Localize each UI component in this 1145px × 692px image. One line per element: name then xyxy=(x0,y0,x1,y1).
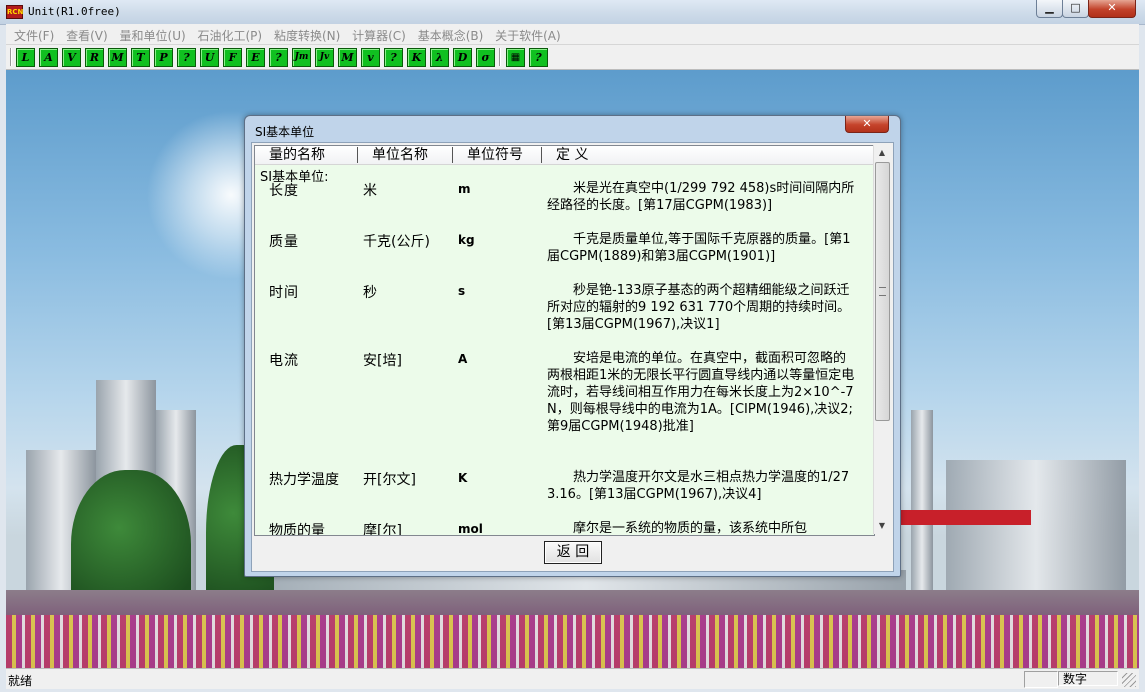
tool-volume-button[interactable]: V xyxy=(62,48,81,67)
quantity-name: 质量 xyxy=(269,234,299,250)
unit-symbol: A xyxy=(458,352,468,366)
column-header-symbol[interactable]: 单位符号 xyxy=(453,147,542,163)
status-text: 就绪 xyxy=(8,674,33,688)
unit-name: 安[培] xyxy=(363,353,402,369)
unit-definition: 摩尔是一系统的物质的量，该系统中所包 xyxy=(573,521,808,535)
tool-lambda-button[interactable]: λ xyxy=(430,48,449,67)
quantity-name: 长度 xyxy=(269,183,299,199)
dialog-title: SI基本单位 xyxy=(255,125,315,139)
tool-b14-button[interactable]: M xyxy=(338,48,357,67)
tool-area-button[interactable]: A xyxy=(39,48,58,67)
tool-k-button[interactable]: K xyxy=(407,48,426,67)
toolbar-separator xyxy=(10,48,12,66)
close-button[interactable]: ✕ xyxy=(1088,0,1136,18)
unit-name: 千克(公斤) xyxy=(363,234,430,250)
quantity-name: 电流 xyxy=(269,353,299,369)
unit-symbol: mol xyxy=(458,522,483,535)
status-pane xyxy=(1024,671,1058,688)
tool-r-button[interactable]: R xyxy=(85,48,104,67)
app-icon: RCN xyxy=(6,5,23,19)
unit-symbol: s xyxy=(458,284,466,298)
grip-icon xyxy=(879,287,886,296)
unit-symbol: m xyxy=(458,182,471,196)
unit-definition: 千克是质量单位,等于国际千克原器的质量。[第1届CGPM(1889)和第3届CG… xyxy=(547,232,851,264)
unit-definition: 秒是铯-133原子基态的两个超精细能级之间跃迁所对应的辐射的9 192 631 … xyxy=(547,283,851,332)
tool-b15-button[interactable]: v xyxy=(361,48,380,67)
resize-grip-icon[interactable] xyxy=(1122,673,1136,687)
tool-b7-button[interactable]: ? xyxy=(177,48,196,67)
flower-bed xyxy=(6,615,1139,668)
tool-force-button[interactable]: F xyxy=(223,48,242,67)
dialog-body: 量的名称 单位名称 单位符号 定 义 SI基本单位: 长度 米 m 米是光在真空… xyxy=(251,142,894,572)
tool-length-button[interactable]: L xyxy=(16,48,35,67)
unit-name: 摩[尔] xyxy=(363,523,402,535)
title-bar: RCN Unit(R1.0free) ▁ □ ✕ xyxy=(0,0,1145,25)
column-header-definition[interactable]: 定 义 xyxy=(542,147,874,163)
toolbar-separator xyxy=(499,48,501,66)
unit-name: 米 xyxy=(363,183,377,199)
unit-definition: 热力学温度开尔文是水三相点热力学温度的1/273.16。[第13届CGPM(19… xyxy=(547,470,850,502)
maximize-button[interactable]: □ xyxy=(1062,0,1089,18)
red-banner xyxy=(901,510,1031,525)
unit-definition: 安培是电流的单位。在真空中，截面积可忽略的两根相距1米的无限长平行圆直导线内通以… xyxy=(547,351,855,434)
tool-mass-button[interactable]: M xyxy=(108,48,127,67)
menu-viscosity[interactable]: 粘度转换(N) xyxy=(274,24,340,44)
unit-name: 秒 xyxy=(363,285,377,301)
window-title: Unit(R1.0free) xyxy=(28,5,121,18)
refinery-structure xyxy=(946,460,1126,600)
minimize-button[interactable]: ▁ xyxy=(1036,0,1063,18)
quantity-name: 热力学温度 xyxy=(269,472,339,488)
status-bar: 就绪 数字 xyxy=(6,668,1139,689)
units-list[interactable]: 量的名称 单位名称 单位符号 定 义 SI基本单位: 长度 米 m 米是光在真空… xyxy=(254,145,875,536)
tool-energy-button[interactable]: E xyxy=(246,48,265,67)
list-header: 量的名称 单位名称 单位符号 定 义 xyxy=(255,146,874,165)
tool-b8-button[interactable]: U xyxy=(200,48,219,67)
unit-name: 开[尔文] xyxy=(363,472,416,488)
tool-sigma-button[interactable]: σ xyxy=(476,48,495,67)
scroll-up-icon[interactable]: ▲ xyxy=(874,145,890,161)
column-header-quantity[interactable]: 量的名称 xyxy=(255,147,358,163)
menu-about[interactable]: 关于软件(A) xyxy=(495,24,561,44)
list-rows: SI基本单位: 长度 米 m 米是光在真空中(1/299 792 458)s时间… xyxy=(255,165,874,535)
toolbar: L A V R M T P ? U F E ? Jm Jv M v ? K λ … xyxy=(6,45,1139,70)
menu-quantities-units[interactable]: 量和单位(U) xyxy=(120,24,186,44)
scroll-down-icon[interactable]: ▼ xyxy=(874,518,890,534)
menu-view[interactable]: 查看(V) xyxy=(66,24,108,44)
quantity-name: 时间 xyxy=(269,285,299,301)
unit-symbol: K xyxy=(458,471,468,485)
refinery-tower xyxy=(911,410,933,600)
menu-calculator[interactable]: 计算器(C) xyxy=(352,24,406,44)
unit-symbol: kg xyxy=(458,233,475,247)
dialog-close-button[interactable]: ✕ xyxy=(845,116,889,133)
back-button[interactable]: 返 回 xyxy=(544,541,602,564)
tool-b11-button[interactable]: ? xyxy=(269,48,288,67)
help-button[interactable]: ? xyxy=(529,48,548,67)
menu-petrochemical[interactable]: 石油化工(P) xyxy=(198,24,263,44)
tool-jm-button[interactable]: Jm xyxy=(292,48,311,67)
tool-pressure-button[interactable]: P xyxy=(154,48,173,67)
scrollbar-thumb[interactable] xyxy=(875,162,890,421)
menu-file[interactable]: 文件(F) xyxy=(14,24,54,44)
si-units-dialog: SI基本单位 ✕ 量的名称 单位名称 单位符号 定 义 SI基本单位: 长度 米… xyxy=(244,115,901,577)
column-header-unit[interactable]: 单位名称 xyxy=(358,147,453,163)
tool-temperature-button[interactable]: T xyxy=(131,48,150,67)
num-lock-indicator: 数字 xyxy=(1058,671,1118,686)
vertical-scrollbar[interactable]: ▲ ▼ xyxy=(873,145,890,534)
tool-d-button[interactable]: D xyxy=(453,48,472,67)
unit-definition: 米是光在真空中(1/299 792 458)s时间间隔内所经路径的长度。[第17… xyxy=(547,181,855,213)
tool-b16-button[interactable]: ? xyxy=(384,48,403,67)
calculator-icon[interactable]: ▦ xyxy=(506,48,525,67)
menu-basic-concepts[interactable]: 基本概念(B) xyxy=(418,24,484,44)
quantity-name: 物质的量 xyxy=(269,523,325,535)
menu-bar: 文件(F) 查看(V) 量和单位(U) 石油化工(P) 粘度转换(N) 计算器(… xyxy=(6,24,1139,45)
tool-jv-button[interactable]: Jv xyxy=(315,48,334,67)
